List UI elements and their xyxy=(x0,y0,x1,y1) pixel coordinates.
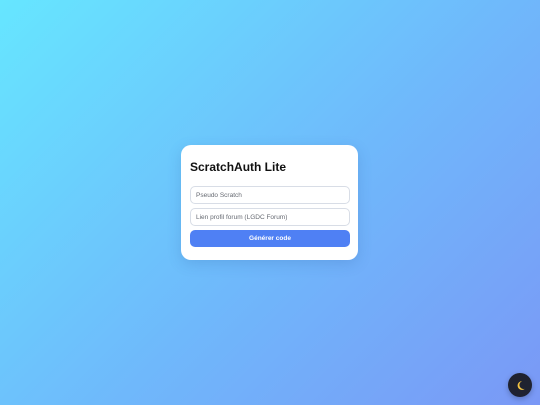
theme-toggle-button[interactable] xyxy=(508,373,532,397)
generate-code-button[interactable]: Générer code xyxy=(190,230,350,247)
moon-icon xyxy=(517,380,525,390)
card-title: ScratchAuth Lite xyxy=(190,160,287,174)
forum-profile-link-input[interactable] xyxy=(190,208,350,226)
page-background: { "card": { "title": "ScratchAuth Lite",… xyxy=(0,0,540,405)
login-card: ScratchAuth Lite Générer code xyxy=(181,145,358,260)
scratch-username-input[interactable] xyxy=(190,186,350,204)
